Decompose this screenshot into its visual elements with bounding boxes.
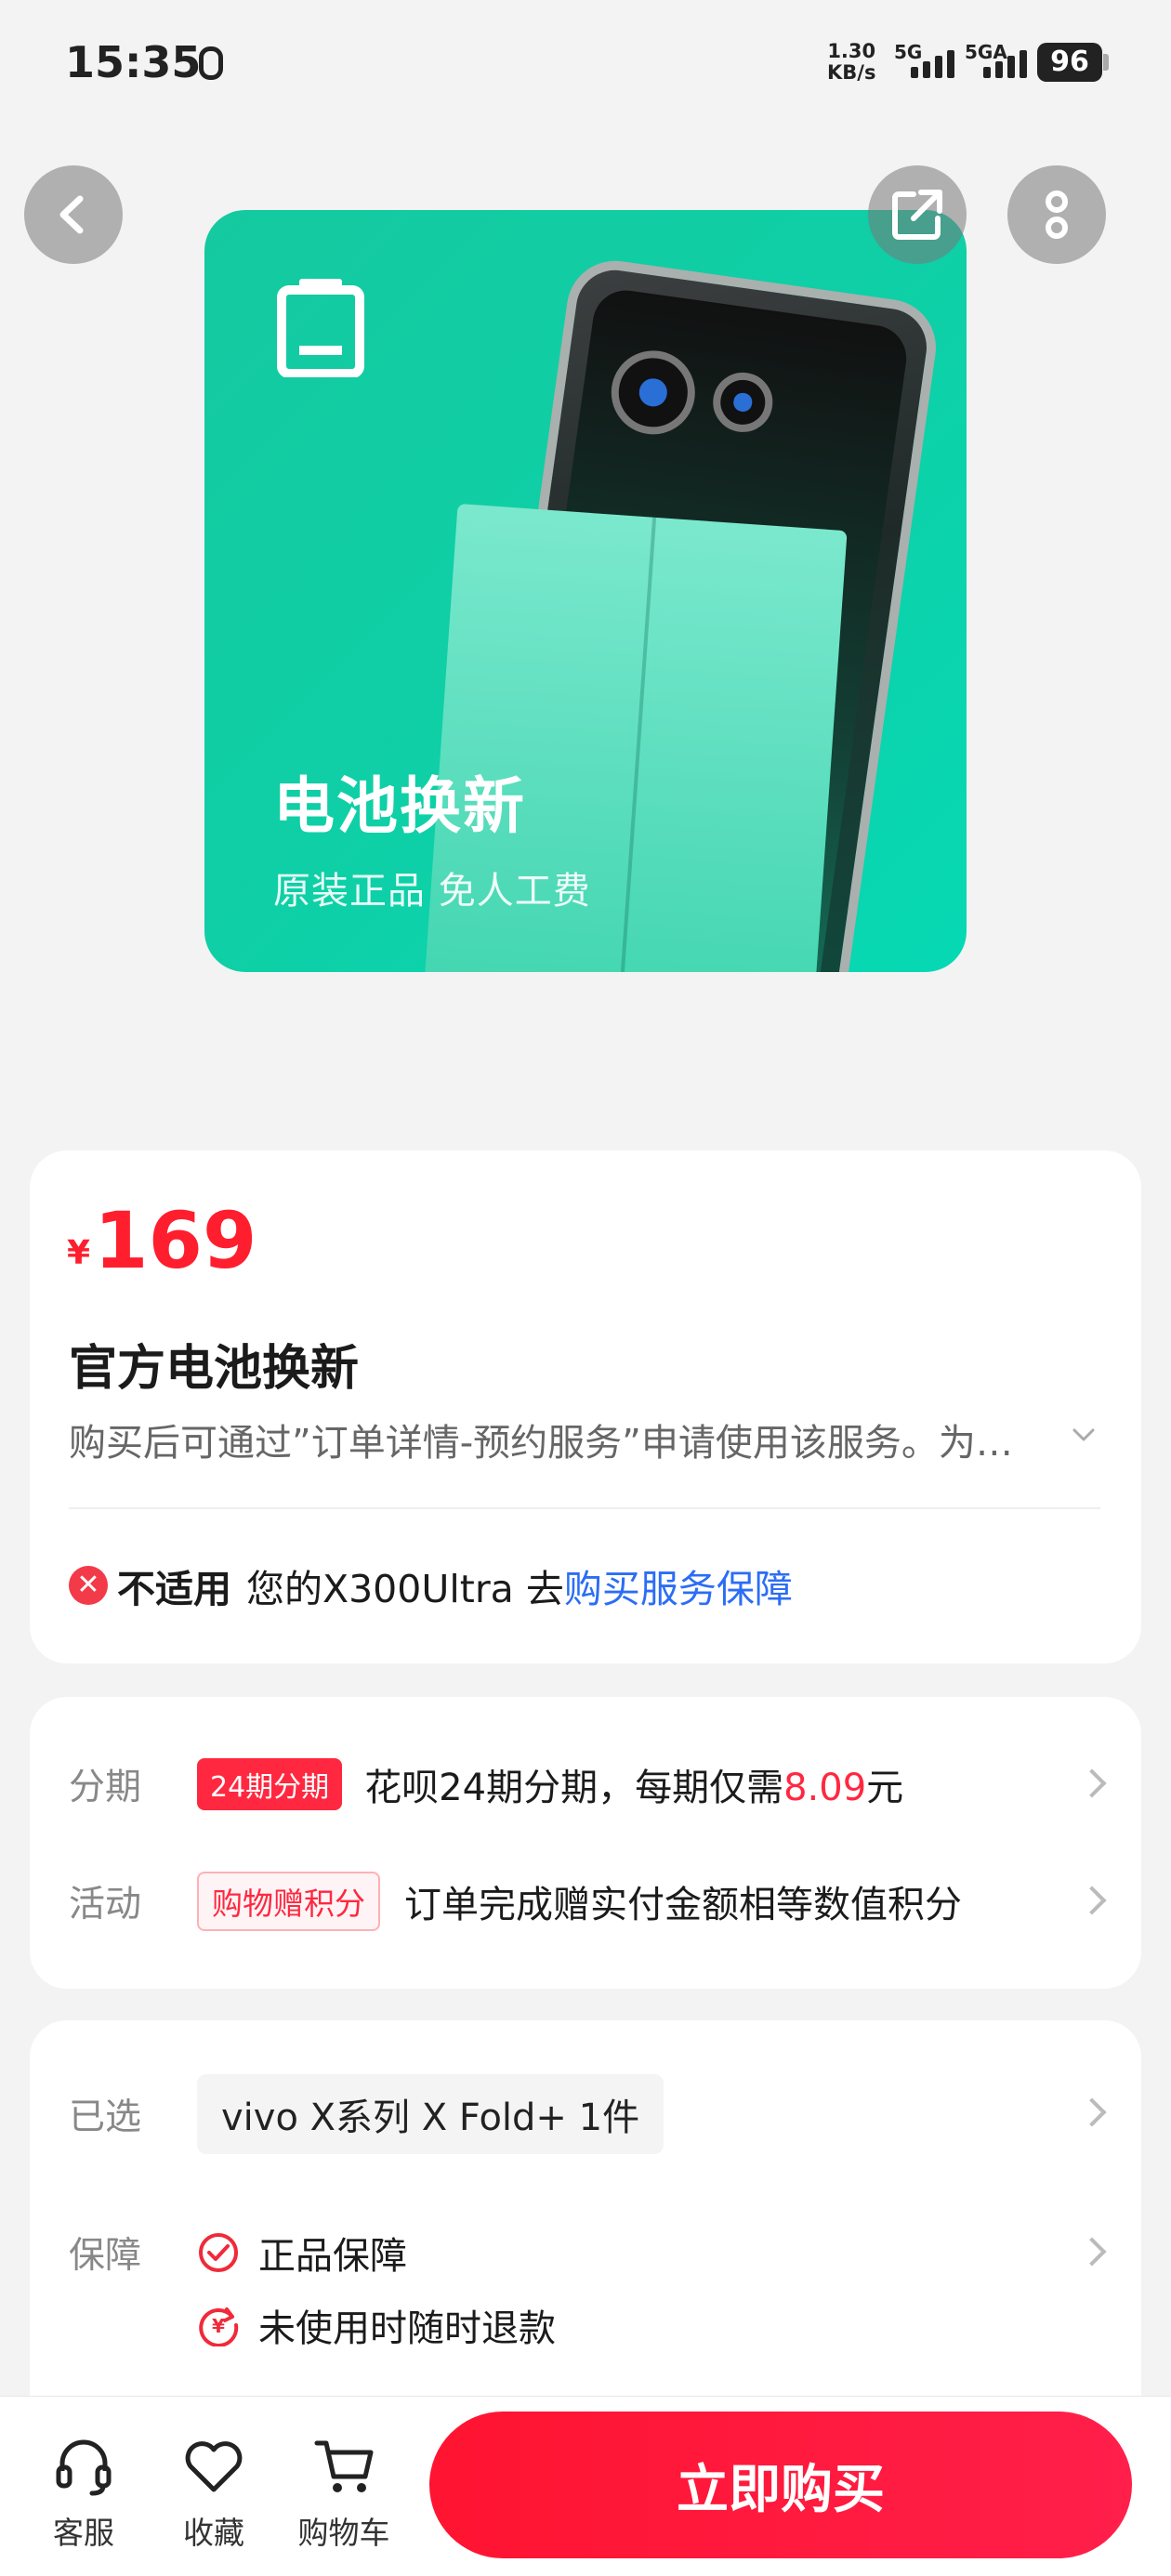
buy-service-link[interactable]: 购买服务保障 xyxy=(564,1557,793,1613)
guarantee-row[interactable]: 保障 正品保障 xyxy=(69,2215,1117,2290)
heart-icon xyxy=(185,2441,243,2492)
chevron-right-icon xyxy=(1077,1886,1107,1915)
bottom-action-bar: 客服 收藏 购物车 立即购买 xyxy=(0,2396,1171,2576)
not-applicable-label: 不适用 xyxy=(117,1567,231,1611)
offers-card: 分期 24期分期 花呗24期分期，每期仅需8.09元 活动 购物赠积分 订单完成… xyxy=(30,1697,1141,1989)
cart-label: 购物车 xyxy=(297,2515,390,2551)
activity-label: 活动 xyxy=(69,1884,142,1925)
price-value: 169 xyxy=(94,1195,257,1286)
divider xyxy=(69,1507,1100,1509)
not-applicable-text: 您的X300Ultra 去 xyxy=(246,1567,564,1611)
cart-button[interactable]: 购物车 xyxy=(288,2434,400,2553)
share-button[interactable] xyxy=(868,165,967,264)
hero-banner: 电池换新 原装正品 免人工费 xyxy=(204,210,967,972)
installment-row[interactable]: 分期 24期分期 花呗24期分期，每期仅需8.09元 xyxy=(69,1747,1117,1821)
installment-tag: 24期分期 xyxy=(197,1758,343,1810)
status-bar: 15:35 1.30 KB/s 5G 5GA 96 xyxy=(0,0,1171,130)
signal-icon xyxy=(911,50,954,78)
network-speed: 1.30 KB/s xyxy=(827,40,876,84)
back-button[interactable] xyxy=(24,165,123,264)
cart-icon xyxy=(314,2440,374,2492)
status-time: 15:35 xyxy=(65,37,202,87)
more-vertical-icon xyxy=(1046,191,1068,239)
guarantee-item: 正品保障 xyxy=(197,2226,407,2280)
chevron-down-icon[interactable] xyxy=(1072,1424,1095,1446)
camera-lens xyxy=(709,368,777,437)
hero-title: 电池换新 xyxy=(273,770,526,842)
headset-icon xyxy=(56,2439,112,2496)
selected-row[interactable]: 已选 vivo X系列 X Fold+ 1件 xyxy=(69,2072,1117,2156)
battery-icon xyxy=(277,279,364,377)
buy-now-button[interactable]: 立即购买 xyxy=(429,2412,1132,2558)
notification-icon xyxy=(199,46,223,80)
chevron-left-icon xyxy=(59,195,84,234)
svg-text:¥: ¥ xyxy=(212,2315,225,2337)
activity-text: 订单完成赠实付金额相等数值积分 xyxy=(404,1884,962,1926)
signal-icon xyxy=(983,50,1027,78)
close-circle-icon: ✕ xyxy=(69,1566,108,1605)
guarantee-label: 保障 xyxy=(69,2235,142,2277)
installment-text: 花呗24期分期，每期仅需8.09元 xyxy=(364,1767,904,1809)
activity-tag: 购物赠积分 xyxy=(197,1872,380,1931)
chevron-right-icon xyxy=(1077,2237,1107,2267)
installment-label: 分期 xyxy=(69,1767,142,1808)
selected-label: 已选 xyxy=(69,2096,142,2138)
guarantee-row: ¥ 未使用时随时退款 xyxy=(69,2288,1117,2362)
installment-amount: 8.09 xyxy=(783,1767,867,1809)
chevron-right-icon xyxy=(1077,1768,1107,1798)
share-icon xyxy=(892,190,942,240)
product-title: 官方电池换新 xyxy=(69,1341,360,1397)
selected-variant[interactable]: vivo X系列 X Fold+ 1件 xyxy=(197,2074,664,2154)
product-description[interactable]: 购买后可通过”订单详情-预约服务”申请使用该服务。为… xyxy=(69,1413,1072,1466)
refund-icon: ¥ xyxy=(199,2307,239,2346)
more-button[interactable] xyxy=(1007,165,1106,264)
camera-lens xyxy=(605,345,701,440)
product-info-card: ¥169 官方电池换新 购买后可通过”订单详情-预约服务”申请使用该服务。为… … xyxy=(30,1150,1141,1663)
check-circle-icon xyxy=(199,2233,238,2272)
not-applicable-row: ✕ 不适用 您的X300Ultra 去 购买服务保障 xyxy=(69,1557,793,1613)
battery-level: 96 xyxy=(1037,43,1102,82)
product-price: ¥169 xyxy=(67,1195,257,1286)
customer-service-button[interactable]: 客服 xyxy=(28,2434,139,2553)
favorite-button[interactable]: 收藏 xyxy=(158,2434,270,2553)
chevron-right-icon xyxy=(1077,2097,1107,2127)
activity-row[interactable]: 活动 购物赠积分 订单完成赠实付金额相等数值积分 xyxy=(69,1864,1117,1939)
favorite-label: 收藏 xyxy=(183,2515,244,2551)
customer-service-label: 客服 xyxy=(53,2515,114,2551)
guarantee-item: ¥ 未使用时随时退款 xyxy=(197,2298,556,2352)
selection-card: 已选 vivo X系列 X Fold+ 1件 保障 正品保障 ¥ 未使用时随时退… xyxy=(30,2020,1141,2420)
battery-tip xyxy=(1103,54,1109,71)
hero-subtitle: 原装正品 免人工费 xyxy=(273,870,591,913)
currency-symbol: ¥ xyxy=(67,1234,91,1272)
